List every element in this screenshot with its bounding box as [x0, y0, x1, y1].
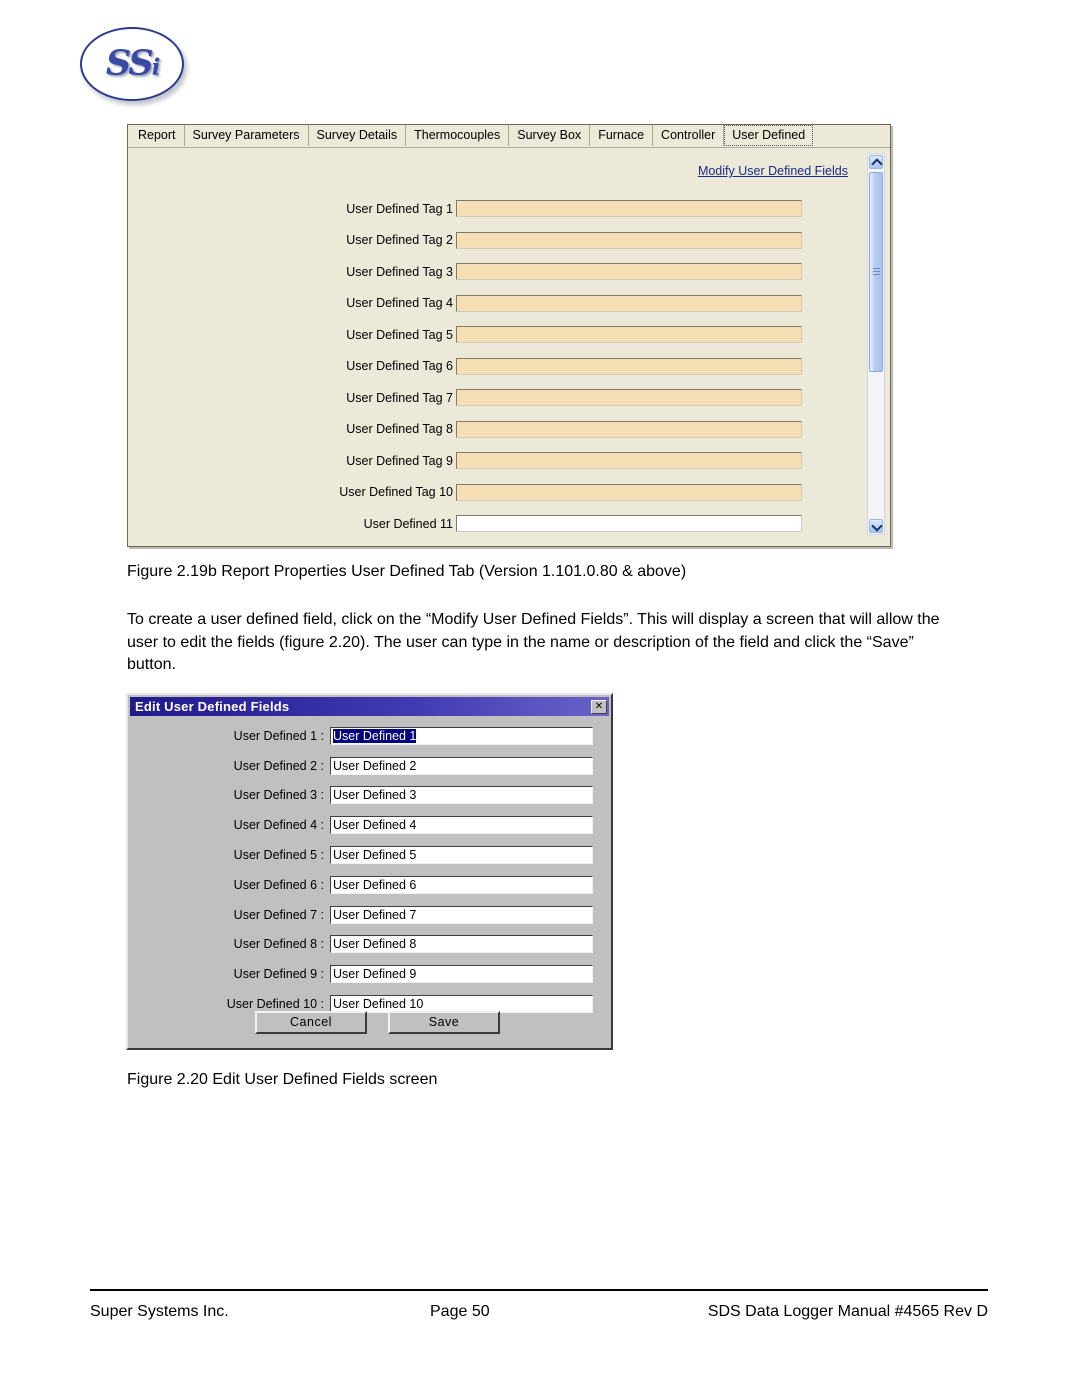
user-defined-tag-label: User Defined Tag 10 [339, 485, 453, 500]
user-defined-tag-rows: User Defined Tag 1 User Defined Tag 2 User… [128, 193, 890, 540]
save-button[interactable]: Save [388, 1011, 500, 1034]
user-defined-field-rows: User Defined 1 : User Defined 1 User Defin… [128, 721, 611, 1019]
user-defined-tag-label: User Defined Tag 3 [346, 264, 453, 279]
user-defined-tag-input[interactable] [456, 263, 802, 281]
user-defined-field-row: User Defined 5 : User Defined 5 [128, 840, 611, 870]
tab-survey-parameters[interactable]: Survey Parameters [184, 125, 309, 146]
dialog-title-bar: Edit User Defined Fields ✕ [130, 697, 609, 716]
user-defined-field-label: User Defined 3 : [233, 788, 324, 803]
footer-divider [90, 1289, 988, 1291]
user-defined-tag-input[interactable] [456, 200, 802, 218]
user-defined-field-input[interactable]: User Defined 4 [330, 816, 593, 835]
tab-furnace[interactable]: Furnace [590, 125, 654, 146]
tab-strip: Report Survey Parameters Survey Details The… [128, 125, 890, 148]
user-defined-tag-input[interactable] [456, 389, 802, 407]
user-defined-field-input[interactable]: User Defined 5 [330, 846, 593, 865]
user-defined-tag-row: User Defined Tag 10 [128, 477, 890, 509]
user-defined-tag-input[interactable] [456, 515, 802, 533]
user-defined-tag-label: User Defined 11 [363, 516, 453, 531]
user-defined-field-row: User Defined 8 : User Defined 8 [128, 930, 611, 960]
page-footer: Super Systems Inc. Page 50 SDS Data Logg… [90, 1303, 988, 1321]
cancel-button[interactable]: Cancel [255, 1011, 367, 1034]
user-defined-field-label: User Defined 10 : [226, 997, 324, 1012]
user-defined-tab-panel: Modify User Defined Fields User Defined … [128, 148, 890, 546]
user-defined-field-row: User Defined 2 : User Defined 2 [128, 751, 611, 781]
user-defined-field-input[interactable]: User Defined 3 [330, 786, 593, 805]
dialog-button-bar: Cancel Save [128, 1011, 611, 1034]
user-defined-tag-row: User Defined Tag 7 [128, 382, 890, 414]
user-defined-field-row: User Defined 6 : User Defined 6 [128, 870, 611, 900]
tab-survey-details[interactable]: Survey Details [308, 125, 407, 146]
user-defined-tag-input[interactable] [456, 231, 802, 249]
dialog-title-text: Edit User Defined Fields [135, 699, 290, 714]
user-defined-field-row: User Defined 9 : User Defined 9 [128, 959, 611, 989]
edit-user-defined-fields-dialog: Edit User Defined Fields ✕ User Defined … [126, 693, 613, 1050]
user-defined-tag-input[interactable] [456, 452, 802, 470]
user-defined-field-label: User Defined 5 : [233, 848, 324, 863]
user-defined-tag-row: User Defined 11 [128, 508, 890, 540]
user-defined-field-row: User Defined 1 : User Defined 1 [128, 721, 611, 751]
figure-caption-2-20: Figure 2.20 Edit User Defined Fields scr… [127, 1071, 438, 1088]
footer-page: Page 50 [430, 1303, 490, 1320]
body-paragraph: To create a user defined field, click on… [127, 611, 940, 673]
user-defined-field-input[interactable]: User Defined 2 [330, 756, 593, 775]
user-defined-tag-row: User Defined Tag 8 [128, 414, 890, 446]
user-defined-field-label: User Defined 7 : [233, 907, 324, 922]
user-defined-field-row: User Defined 3 : User Defined 3 [128, 781, 611, 811]
user-defined-field-input[interactable]: User Defined 1 [330, 726, 593, 745]
user-defined-field-label: User Defined 9 : [233, 967, 324, 982]
report-properties-window: Report Survey Parameters Survey Details The… [127, 124, 891, 547]
user-defined-field-input[interactable]: User Defined 7 [330, 905, 593, 924]
figure-caption-2-19b: Figure 2.19b Report Properties User Defi… [127, 563, 687, 580]
selected-text: User Defined 1 [333, 728, 417, 743]
tab-report[interactable]: Report [130, 125, 185, 146]
footer-manual: SDS Data Logger Manual #4565 Rev D [707, 1303, 988, 1320]
modify-user-defined-fields-link[interactable]: Modify User Defined Fields [698, 164, 848, 178]
user-defined-tag-input[interactable] [456, 483, 802, 501]
user-defined-tag-row: User Defined Tag 9 [128, 445, 890, 477]
tab-controller[interactable]: Controller [653, 125, 725, 146]
chevron-down-icon[interactable] [869, 519, 883, 533]
user-defined-tag-row: User Defined Tag 4 [128, 288, 890, 320]
user-defined-tag-row: User Defined Tag 5 [128, 319, 890, 351]
user-defined-tag-label: User Defined Tag 7 [346, 390, 453, 405]
user-defined-tag-input[interactable] [456, 420, 802, 438]
footer-company: Super Systems Inc. [90, 1303, 229, 1320]
user-defined-field-input[interactable]: User Defined 8 [330, 935, 593, 954]
logo-wordmark: SSi [105, 42, 160, 84]
vertical-scrollbar[interactable] [867, 153, 885, 535]
user-defined-tag-label: User Defined Tag 1 [346, 201, 453, 216]
user-defined-tag-label: User Defined Tag 9 [346, 453, 453, 468]
user-defined-field-label: User Defined 8 : [233, 937, 324, 952]
user-defined-field-row: User Defined 7 : User Defined 7 [128, 900, 611, 930]
user-defined-tag-row: User Defined Tag 3 [128, 256, 890, 288]
tab-user-defined[interactable]: User Defined [724, 125, 814, 146]
scrollbar-thumb[interactable] [869, 172, 883, 372]
user-defined-tag-label: User Defined Tag 8 [346, 422, 453, 437]
user-defined-field-row: User Defined 4 : User Defined 4 [128, 810, 611, 840]
scrollbar-grip-icon [873, 268, 880, 276]
user-defined-field-input[interactable]: User Defined 6 [330, 875, 593, 894]
close-icon[interactable]: ✕ [591, 699, 607, 714]
ssi-logo: SSi [80, 27, 184, 101]
user-defined-field-label: User Defined 1 : [233, 728, 324, 743]
user-defined-tag-row: User Defined Tag 6 [128, 351, 890, 383]
user-defined-field-label: User Defined 2 : [233, 758, 324, 773]
user-defined-tag-label: User Defined Tag 4 [346, 296, 453, 311]
tab-thermocouples[interactable]: Thermocouples [406, 125, 510, 146]
user-defined-field-input[interactable]: User Defined 9 [330, 965, 593, 984]
user-defined-tag-input[interactable] [456, 294, 802, 312]
user-defined-field-label: User Defined 6 : [233, 877, 324, 892]
user-defined-tag-input[interactable] [456, 326, 802, 344]
user-defined-tag-label: User Defined Tag 2 [346, 233, 453, 248]
user-defined-tag-input[interactable] [456, 357, 802, 375]
user-defined-field-label: User Defined 4 : [233, 818, 324, 833]
user-defined-tag-label: User Defined Tag 5 [346, 327, 453, 342]
chevron-up-icon[interactable] [869, 155, 883, 169]
user-defined-tag-row: User Defined Tag 1 [128, 193, 890, 225]
user-defined-tag-row: User Defined Tag 2 [128, 225, 890, 257]
tab-survey-box[interactable]: Survey Box [509, 125, 591, 146]
user-defined-tag-label: User Defined Tag 6 [346, 359, 453, 374]
